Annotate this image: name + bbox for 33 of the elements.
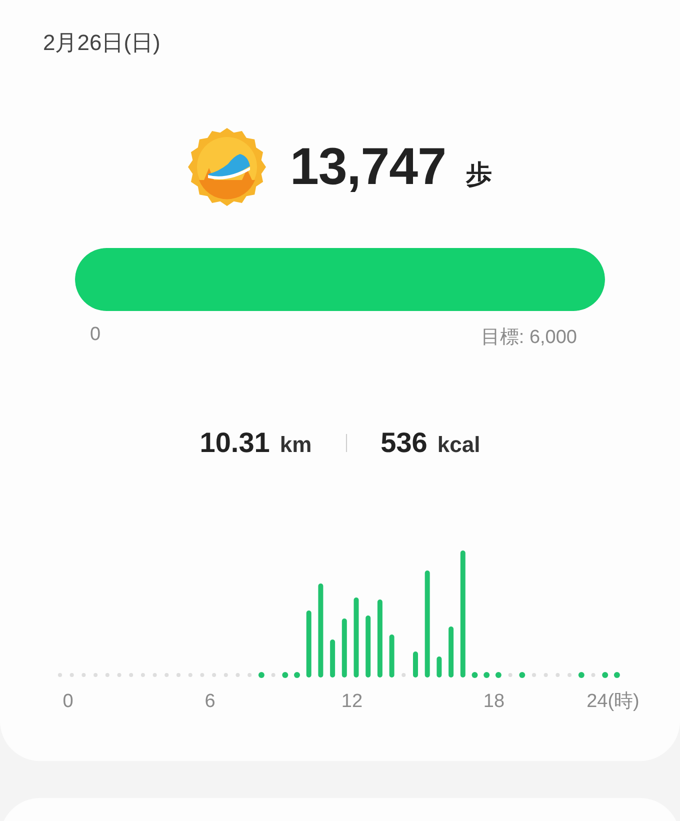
step-dot [484, 672, 490, 678]
step-dot [614, 672, 620, 678]
step-bar [330, 640, 336, 678]
step-bar [448, 626, 454, 678]
step-bar [413, 652, 418, 678]
step-dot [472, 672, 478, 678]
stat-unit: km [280, 432, 312, 458]
step-bar [342, 618, 347, 678]
stat-value: 536 [380, 427, 428, 459]
step-bar [436, 656, 442, 678]
step-dot [282, 672, 288, 678]
step-dot [578, 672, 584, 678]
steps-unit: 歩 [466, 158, 492, 190]
step-dot [495, 672, 502, 678]
stat-value: 10.31 [200, 427, 270, 459]
date-title: 2月26日(日) [43, 29, 162, 57]
axis-label: 6 [204, 691, 216, 712]
step-bar [366, 616, 371, 678]
step-dot [258, 672, 264, 678]
shoe-badge-icon [188, 128, 266, 206]
axis-label: 24(時) [586, 691, 640, 712]
axis-label: 12 [341, 691, 363, 712]
steps-count: 13,747 [290, 137, 446, 197]
goal-label: 目標: 6,000 [480, 326, 577, 350]
stat-unit: kcal [437, 432, 480, 458]
progress-min-label: 0 [90, 324, 101, 347]
step-bar [306, 610, 312, 678]
step-bar [389, 634, 394, 678]
step-dot [602, 672, 608, 678]
axis-label: 18 [483, 691, 505, 712]
axis-label: 0 [62, 691, 74, 712]
step-dot [294, 672, 300, 678]
step-dot [519, 672, 526, 678]
